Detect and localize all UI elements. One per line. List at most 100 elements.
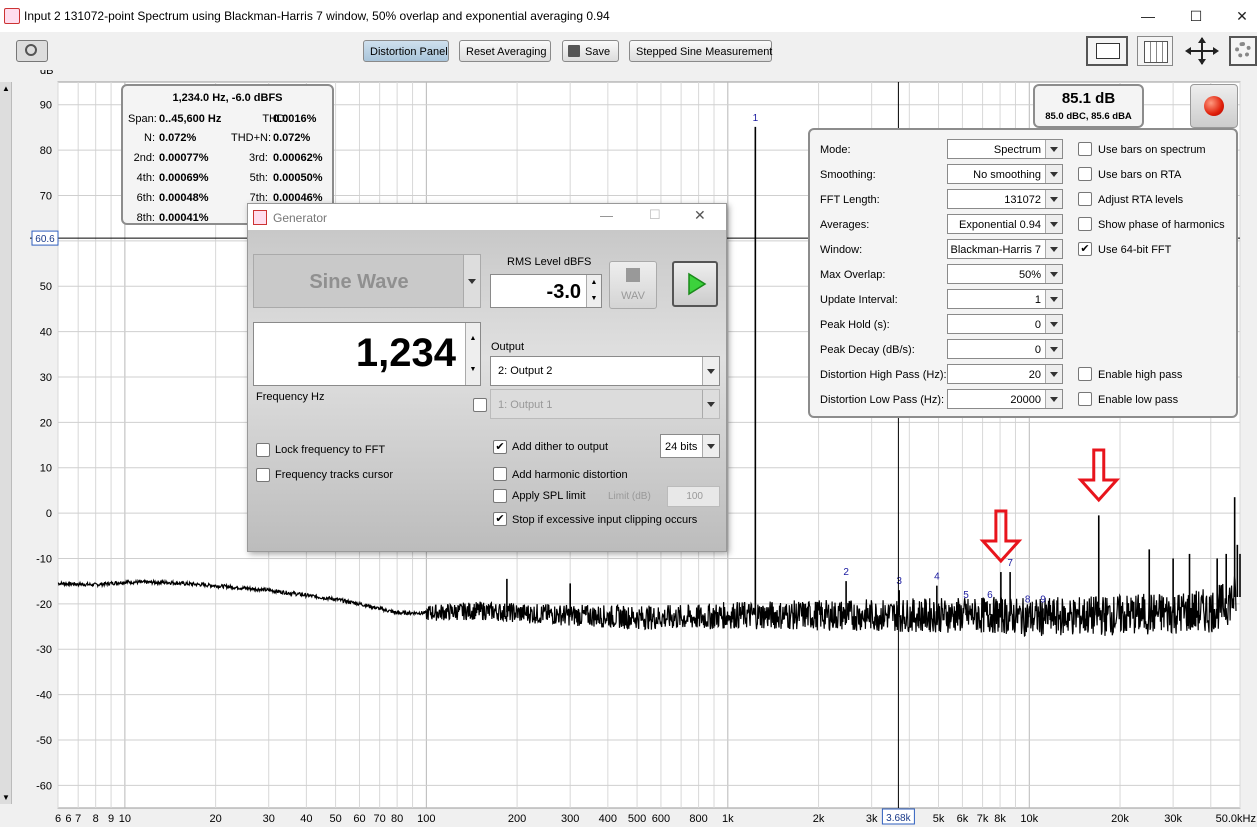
rms-level-label: RMS Level dBFS	[507, 256, 592, 268]
gear-icon[interactable]	[1229, 36, 1257, 66]
show-phase-checkbox[interactable]	[1078, 217, 1092, 231]
show-phase-label: Show phase of harmonics	[1098, 219, 1225, 231]
lock-frequency-checkbox[interactable]	[256, 443, 270, 457]
bars-rta-checkbox[interactable]	[1078, 167, 1092, 181]
x-tick-label: 6k	[957, 813, 969, 825]
x-tick-label: 5k	[933, 813, 945, 825]
waveform-select[interactable]: Sine Wave	[253, 254, 481, 308]
update-interval-label: Update Interval:	[820, 294, 898, 306]
use64-checkbox[interactable]: ✔	[1078, 242, 1092, 256]
mode-value: Spectrum	[993, 144, 1041, 156]
adjust-rta-checkbox[interactable]	[1078, 192, 1092, 206]
update-interval-select[interactable]: 1	[947, 289, 1063, 309]
x-tick-label: 30k	[1164, 813, 1182, 825]
split-view-icon[interactable]	[1137, 36, 1173, 66]
thdn-label: THD+N:	[231, 132, 272, 144]
close-button[interactable]: ✕	[1230, 6, 1254, 26]
x-tick-label: 50	[329, 813, 341, 825]
frequency-down-icon[interactable]: ▼	[465, 354, 480, 385]
settings-panel: Mode: Spectrum Smoothing: No smoothing F…	[808, 128, 1238, 418]
generator-close-button[interactable]: ✕	[694, 207, 706, 224]
x-tick-label: 60	[353, 813, 365, 825]
generator-title-bar: Generator — ☐ ✕	[248, 204, 726, 230]
span-label: Span:	[128, 113, 157, 125]
x-tick-label: 100	[417, 813, 435, 825]
level-weighted: 85.0 dBC, 85.6 dBA	[1045, 111, 1132, 122]
generator-minimize-button[interactable]: —	[600, 208, 613, 223]
y-tick-label: -20	[36, 599, 52, 611]
rms-down-icon[interactable]: ▼	[586, 291, 601, 307]
mode-select[interactable]: Spectrum	[947, 139, 1063, 159]
minimize-button[interactable]: —	[1136, 6, 1160, 26]
low-pass-label: Distortion Low Pass (Hz):	[820, 394, 945, 406]
rms-up-icon[interactable]: ▲	[586, 275, 601, 292]
high-pass-field[interactable]: 20	[947, 364, 1063, 384]
x-tick-label: 500	[628, 813, 646, 825]
window-layout-icon[interactable]	[1086, 36, 1128, 66]
harmonic-label: 3	[896, 576, 902, 587]
save-button-label: Save	[585, 46, 611, 58]
x-tick-label: 2k	[813, 813, 825, 825]
x-tick-label: 200	[508, 813, 526, 825]
adjust-rta-label: Adjust RTA levels	[1098, 194, 1184, 206]
thdn-value: 0.072%	[273, 132, 311, 144]
stop-clipping-checkbox[interactable]: ✔	[493, 512, 507, 526]
distortion-panel-button[interactable]: Distortion Panel	[363, 40, 449, 62]
averages-select[interactable]: Exponential 0.94	[947, 214, 1063, 234]
y-tick-label: 10	[40, 463, 52, 475]
x-tick-label: 6	[65, 813, 71, 825]
output-select[interactable]: 2: Output 2	[490, 356, 720, 386]
add-dither-checkbox[interactable]: ✔	[493, 440, 507, 454]
stepped-sine-button[interactable]: Stepped Sine Measurement	[629, 40, 772, 62]
overlap-select[interactable]: 50%	[947, 264, 1063, 284]
generator-title: Generator	[273, 211, 328, 225]
save-button[interactable]: Save	[562, 40, 619, 62]
smoothing-select[interactable]: No smoothing	[947, 164, 1063, 184]
camera-icon[interactable]	[16, 40, 48, 62]
generator-maximize-button[interactable]: ☐	[649, 207, 661, 223]
record-button[interactable]	[1190, 84, 1238, 128]
smoothing-label: Smoothing:	[820, 169, 876, 181]
maximize-button[interactable]: ☐	[1184, 6, 1208, 26]
y-tick-labels: 9080706050403020100-10-20-30-40-50-60	[36, 100, 52, 793]
enable-high-pass-checkbox[interactable]	[1078, 367, 1092, 381]
frequency-tracks-checkbox[interactable]	[256, 468, 270, 482]
smoothing-value: No smoothing	[973, 169, 1041, 181]
move-arrows-icon[interactable]	[1183, 36, 1221, 66]
bars-spectrum-checkbox[interactable]	[1078, 142, 1092, 156]
peak-decay-select[interactable]: 0	[947, 339, 1063, 359]
harmonic-label: 9	[1040, 594, 1046, 605]
apply-spl-checkbox[interactable]	[493, 489, 507, 503]
frequency-spinner[interactable]: 1,234 ▲ ▼	[253, 322, 481, 386]
h6-label: 6th:	[136, 192, 155, 204]
low-pass-field[interactable]: 20000	[947, 389, 1063, 409]
y-tick-label: 90	[40, 100, 52, 112]
h5-label: 5th:	[249, 172, 268, 184]
wav-button[interactable]: WAV	[609, 261, 657, 309]
window-select[interactable]: Blackman-Harris 7	[947, 239, 1063, 259]
second-output-select[interactable]: 1: Output 1	[490, 389, 720, 419]
play-button[interactable]	[672, 261, 718, 307]
fft-length-select[interactable]: 131072	[947, 189, 1063, 209]
limit-spinner[interactable]: 100	[667, 486, 720, 507]
high-pass-label: Distortion High Pass (Hz):	[820, 369, 947, 381]
x-tick-label: 20k	[1111, 813, 1129, 825]
x-tick-label: 8k	[994, 813, 1006, 825]
x-tick-label: 10k	[1020, 813, 1038, 825]
enable-low-pass-checkbox[interactable]	[1078, 392, 1092, 406]
window-value: Blackman-Harris 7	[950, 244, 1041, 256]
x-tick-label: 7k	[977, 813, 989, 825]
y-tick-label: -50	[36, 735, 52, 747]
frequency-up-icon[interactable]: ▲	[465, 323, 480, 355]
reset-averaging-button[interactable]: Reset Averaging	[459, 40, 551, 62]
second-output-checkbox[interactable]	[473, 398, 487, 412]
add-dither-label: Add dither to output	[512, 441, 609, 453]
bits-select[interactable]: 24 bits	[660, 434, 720, 458]
waveform-value: Sine Wave	[309, 271, 409, 293]
rms-level-value: -3.0	[546, 281, 581, 303]
title-bar: Input 2 131072-point Spectrum using Blac…	[0, 0, 1257, 32]
window-label: Window:	[820, 244, 863, 256]
rms-level-spinner[interactable]: -3.0 ▲ ▼	[490, 274, 602, 308]
peak-hold-select[interactable]: 0	[947, 314, 1063, 334]
add-harmonic-checkbox[interactable]	[493, 467, 507, 481]
